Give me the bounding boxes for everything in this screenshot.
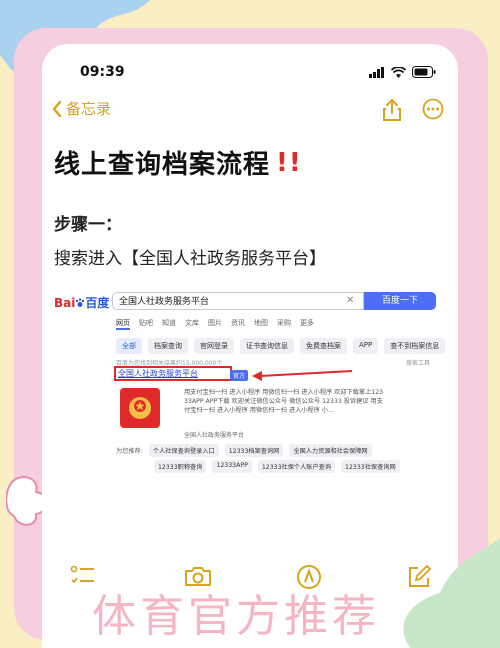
recommend-label: 为您推荐: (116, 448, 143, 455)
emblem-icon (129, 397, 151, 419)
share-icon[interactable] (382, 98, 402, 122)
baidu-logo-cn: 百度 (85, 296, 110, 310)
baidu-filter-pills: 全部 档案查询 官网登录 证书查询信息 免费查档案 APP 查不到档案信息 (116, 338, 446, 354)
wifi-icon (391, 66, 406, 78)
nav-bar: 备忘录 (42, 96, 458, 128)
back-label: 备忘录 (66, 100, 112, 118)
baidu-search-input[interactable]: 全国人社政务服务平台 (112, 292, 364, 310)
recommend-row: 为您推荐: 个人社保查询登录入口 12333档案查询网 全国人力资源和社会保障网 (116, 444, 372, 457)
result-snippet: 用支付宝扫一扫 进入小程序 用微信扫一扫 进入小程序 欢迎下载掌上123 33A… (184, 388, 440, 415)
back-button[interactable]: 备忘录 (52, 98, 111, 119)
filter-pill[interactable]: 官网登录 (194, 338, 234, 354)
recommend-chip[interactable]: 12333职称查询 (154, 460, 207, 473)
baidu-tab[interactable]: 更多 (300, 318, 314, 330)
baidu-tab[interactable]: 文库 (185, 318, 199, 330)
baidu-screenshot: Bai 百度 全国人社政务服务平台 ✕ 百度一下 网页 贴吧 知道 文库 图片 … (54, 288, 450, 478)
result-title-link[interactable]: 全国人社政务服务平台 (114, 366, 232, 381)
recommend-chip[interactable]: 个人社保查询登录入口 (148, 444, 219, 457)
red-arrow-annotation (252, 370, 352, 381)
baidu-tab[interactable]: 资讯 (231, 318, 245, 330)
status-bar: 09:39 (42, 44, 458, 94)
recommend-chip[interactable]: 全国人力资源和社会保障网 (289, 444, 372, 457)
status-icons (369, 66, 436, 78)
snippet-line: 用支付宝扫一扫 进入小程序 用微信扫一扫 进入小程序 欢迎下载掌上123 (184, 389, 384, 396)
baidu-tab[interactable]: 图片 (208, 318, 222, 330)
recommend-chip[interactable]: 12333APP (212, 460, 252, 473)
baidu-tab[interactable]: 网页 (116, 318, 130, 330)
paw-icon (76, 297, 85, 307)
filter-pill[interactable]: 档案查询 (148, 338, 188, 354)
battery-icon (412, 66, 436, 78)
green-blob-decoration (403, 538, 500, 648)
baidu-logo-text: Bai (54, 295, 76, 310)
result-site-name[interactable]: 全国人社政务服务平台 (184, 430, 244, 439)
baidu-tab[interactable]: 贴吧 (139, 318, 153, 330)
search-tools-link[interactable]: 搜索工具 (406, 358, 430, 367)
baidu-tab[interactable]: 地图 (254, 318, 268, 330)
filter-pill[interactable]: 全部 (116, 338, 142, 354)
watermark-text: 体育官方推荐 (92, 591, 380, 642)
filter-pill[interactable]: APP (353, 338, 379, 354)
chevron-left-icon (52, 100, 62, 117)
baidu-tabs: 网页 贴吧 知道 文库 图片 资讯 地图 采购 更多 (116, 318, 314, 330)
snippet-line: 付宝扫一扫 进入小程序 用微信扫一扫 进入小程序 小... (184, 407, 334, 414)
signal-icon (369, 66, 384, 78)
step-label: 步骤一： (54, 215, 122, 235)
national-emblem-image (120, 388, 160, 428)
double-exclamation-mark: !! (276, 147, 302, 178)
baidu-search-button[interactable]: 百度一下 (364, 292, 436, 310)
baidu-tab[interactable]: 采购 (277, 318, 291, 330)
snippet-line: 33APP APP下载 欢迎关注微信公众号 微信公众号 12333 投诉建议 用… (184, 398, 383, 405)
status-time: 09:39 (80, 64, 125, 80)
recommend-chip[interactable]: 12333社保个人账户查询 (257, 460, 336, 473)
filter-pill[interactable]: 查不到档案信息 (384, 338, 446, 354)
recommend-chip[interactable]: 12333档案查询网 (224, 444, 284, 457)
recommend-chip[interactable]: 12333社保查询网 (341, 460, 400, 473)
note-title-text: 线上查询档案流程 (54, 150, 271, 180)
more-options-icon[interactable] (422, 98, 444, 120)
baidu-logo: Bai 百度 (54, 294, 109, 311)
filter-pill[interactable]: 免费查档案 (300, 338, 347, 354)
baidu-tab[interactable]: 知道 (162, 318, 176, 330)
clear-icon[interactable]: ✕ (346, 292, 354, 310)
recommend-row: 12333职称查询 12333APP 12333社保个人账户查询 12333社保… (154, 460, 400, 473)
note-title: 线上查询档案流程 !! (54, 144, 302, 181)
filter-pill[interactable]: 证书查询信息 (240, 338, 294, 354)
step-description: 搜索进入【全国人社政务服务平台】 (54, 249, 326, 269)
